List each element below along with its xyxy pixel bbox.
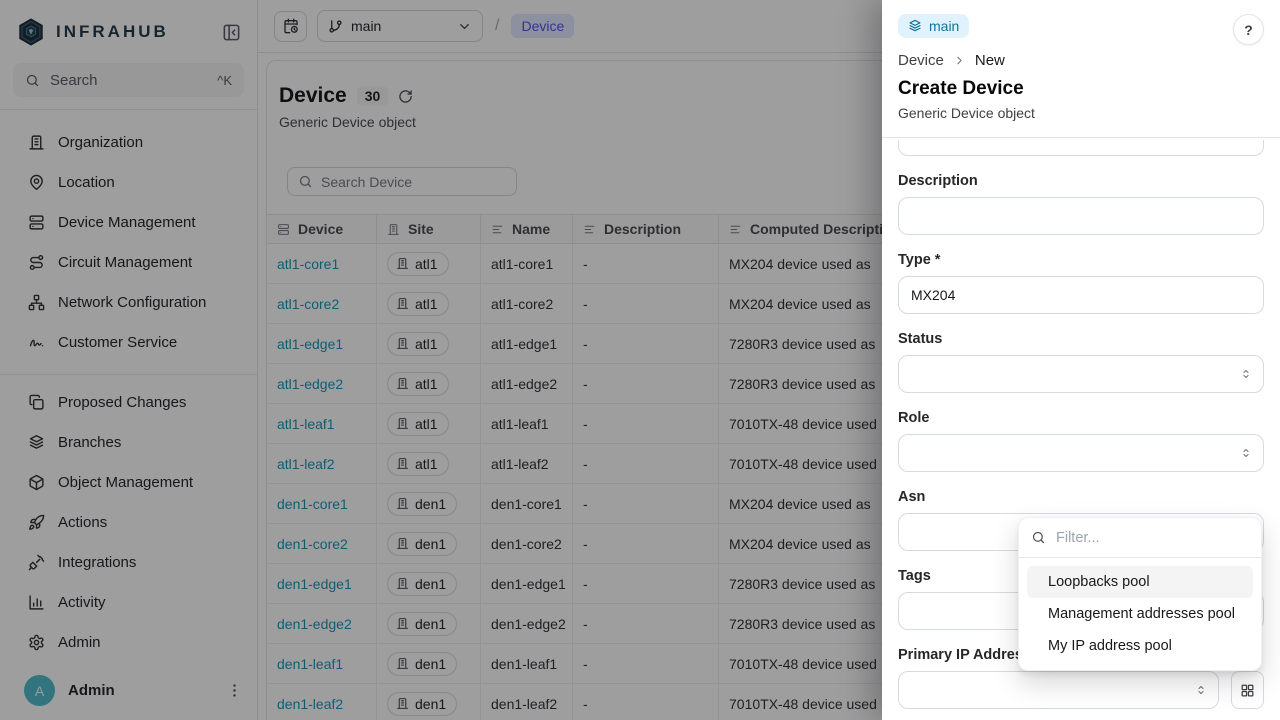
role-label: Role: [898, 410, 1264, 426]
type-label: Type *: [898, 252, 1264, 268]
grid-icon: [1240, 683, 1255, 698]
chevrons-up-down-icon: [1239, 367, 1253, 381]
description-label: Description: [898, 173, 1264, 189]
panel-breadcrumb-root[interactable]: Device: [898, 52, 944, 69]
panel-breadcrumb-current: New: [975, 52, 1005, 69]
pool-selector-button[interactable]: [1231, 671, 1264, 709]
type-field[interactable]: MX204: [898, 276, 1264, 314]
type-value: MX204: [911, 287, 955, 303]
panel-title: Create Device: [898, 78, 1264, 101]
layers-icon: [908, 19, 922, 33]
help-button[interactable]: ?: [1233, 14, 1264, 45]
panel-breadcrumb: Device New: [898, 51, 1264, 69]
description-field[interactable]: [898, 197, 1264, 235]
status-label: Status: [898, 331, 1264, 347]
primary-ip-select[interactable]: [898, 671, 1219, 709]
dropdown-option-loopbacks-pool[interactable]: Loopbacks pool: [1027, 566, 1253, 598]
create-device-panel: main ? Device New Create Device Generic …: [882, 0, 1280, 720]
search-icon: [1031, 530, 1046, 545]
panel-header: main ? Device New Create Device Generic …: [882, 0, 1280, 138]
name-field-clipped[interactable]: [898, 140, 1264, 156]
panel-subtitle: Generic Device object: [898, 105, 1264, 122]
status-select[interactable]: [898, 355, 1264, 393]
dropdown-option-management-addresses-pool[interactable]: Management addresses pool: [1027, 598, 1253, 630]
branch-badge-label: main: [929, 18, 959, 34]
chevron-right-icon: [953, 54, 966, 67]
pool-dropdown: Filter... Loopbacks poolManagement addre…: [1018, 517, 1262, 671]
dropdown-option-my-ip-address-pool[interactable]: My IP address pool: [1027, 630, 1253, 662]
role-select[interactable]: [898, 434, 1264, 472]
dropdown-filter-input[interactable]: Filter...: [1019, 518, 1261, 558]
chevrons-up-down-icon: [1239, 446, 1253, 460]
branch-badge[interactable]: main: [898, 14, 969, 38]
chevrons-up-down-icon: [1194, 683, 1208, 697]
filter-placeholder: Filter...: [1056, 530, 1100, 546]
dropdown-options: Loopbacks poolManagement addresses poolM…: [1019, 558, 1261, 670]
asn-label: Asn: [898, 489, 1264, 505]
